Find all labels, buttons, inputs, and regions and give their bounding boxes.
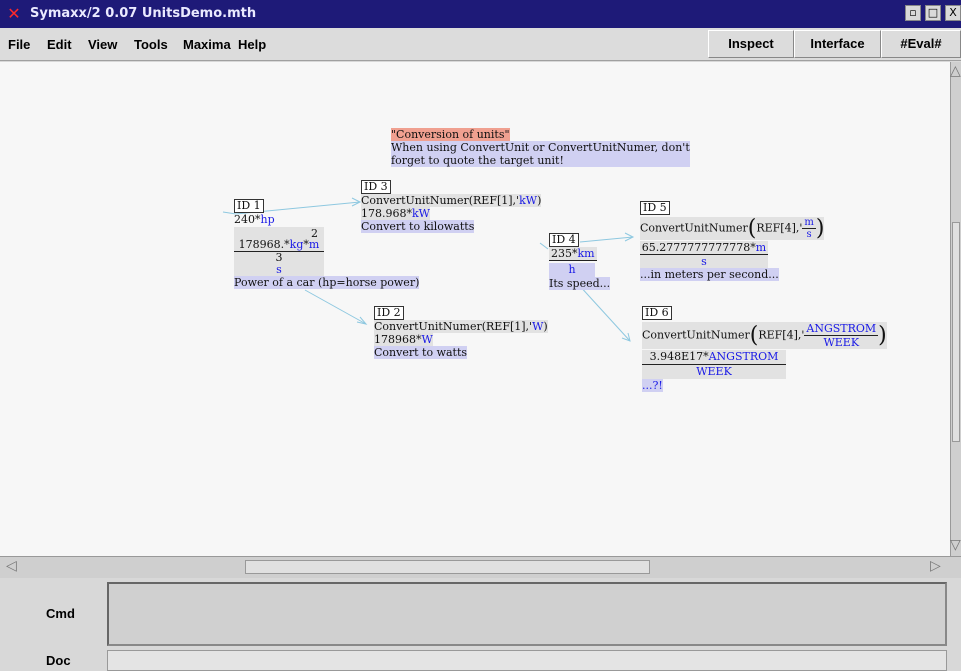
vertical-scroll-thumb[interactable] bbox=[952, 222, 960, 442]
id3-expr: ConvertUnitNumer(REF[1],' bbox=[361, 194, 520, 207]
id5-frac-num: m bbox=[802, 217, 816, 229]
id2-expr-close: ) bbox=[543, 320, 548, 333]
command-panel: Cmd Doc bbox=[0, 578, 961, 671]
minimize-button[interactable]: ▫ bbox=[905, 5, 921, 21]
scroll-right-icon[interactable]: ▷ bbox=[930, 559, 941, 573]
id4-den-unit: h bbox=[549, 263, 595, 277]
scroll-up-icon[interactable]: △ bbox=[950, 64, 961, 78]
id5-res-number: 65.2777777777778* bbox=[641, 241, 756, 254]
id6-res-unit: ANGSTROM bbox=[708, 350, 779, 363]
menu-edit[interactable]: Edit bbox=[47, 37, 72, 52]
id3-comment: Convert to kilowatts bbox=[361, 220, 475, 233]
id2-res-number: 178968* bbox=[374, 333, 422, 346]
connector-id4-id6 bbox=[577, 283, 631, 342]
id1-comment: Power of a car (hp=horse power) bbox=[234, 276, 420, 289]
id6-frac-num: ANGSTROM bbox=[804, 322, 879, 336]
cmd-input[interactable] bbox=[107, 582, 947, 646]
id6-comment: ...?! bbox=[642, 379, 663, 392]
node-id3[interactable]: ID 3 ConvertUnitNumer(REF[1],'kW) 178.96… bbox=[361, 180, 542, 233]
title-bar: ✕ Symaxx/2 0.07 UnitsDemo.mth ▫ □ X bbox=[0, 0, 961, 28]
scroll-down-icon[interactable]: ▽ bbox=[950, 538, 961, 552]
id1-res-number: 178968.* bbox=[238, 238, 290, 251]
id5-expr-func: ConvertUnitNumer bbox=[640, 221, 748, 235]
menu-file[interactable]: File bbox=[8, 37, 30, 52]
id1-label: ID 1 bbox=[234, 199, 264, 213]
id5-res-unit: m bbox=[755, 241, 767, 254]
horizontal-scroll-thumb[interactable] bbox=[245, 560, 650, 574]
id1-res-unit-m: m bbox=[308, 238, 320, 251]
node-id2[interactable]: ID 2 ConvertUnitNumer(REF[1],'W) 178968*… bbox=[374, 306, 548, 359]
id6-res-den: WEEK bbox=[696, 365, 732, 378]
window-title: Symaxx/2 0.07 UnitsDemo.mth bbox=[30, 6, 257, 21]
node-id5[interactable]: ID 5 ConvertUnitNumer(REF[4],' m s) 65.277… bbox=[640, 201, 825, 281]
id5-label: ID 5 bbox=[640, 201, 670, 215]
document-canvas[interactable]: "Conversion of units" When using Convert… bbox=[0, 62, 950, 556]
arrow-head-id2 bbox=[356, 316, 368, 325]
menu-maxima[interactable]: Maxima bbox=[183, 37, 231, 52]
id6-paren-close-icon: ) bbox=[878, 322, 887, 348]
id6-res-number: 3.948E17* bbox=[649, 350, 709, 363]
id3-res-unit: kW bbox=[412, 207, 430, 220]
close-button[interactable]: X bbox=[945, 5, 961, 21]
id2-expr: ConvertUnitNumer(REF[1],' bbox=[374, 320, 533, 333]
id3-expr-unit: kW bbox=[519, 194, 538, 207]
id5-paren-close-icon: ) bbox=[815, 215, 825, 241]
id2-label: ID 2 bbox=[374, 306, 404, 320]
id4-num: 235* bbox=[551, 247, 578, 260]
id6-label: ID 6 bbox=[642, 306, 672, 320]
id1-result: 2 178968.*kg*m 3 s bbox=[234, 227, 324, 276]
app-x-icon[interactable]: ✕ bbox=[6, 6, 22, 22]
id5-frac-den: s bbox=[806, 229, 812, 240]
id3-label: ID 3 bbox=[361, 180, 391, 194]
inspect-button[interactable]: Inspect bbox=[708, 30, 794, 58]
doc-label: Doc bbox=[46, 653, 71, 668]
id4-num-unit: km bbox=[577, 247, 595, 260]
id6-expr-ref: REF[4],' bbox=[758, 328, 805, 342]
id4-comment: Its speed... bbox=[549, 277, 611, 290]
interface-button[interactable]: Interface bbox=[794, 30, 881, 58]
node-id4[interactable]: ID 4 235*km h Its speed... bbox=[549, 233, 611, 290]
eval-button[interactable]: #Eval# bbox=[881, 30, 961, 58]
menu-tools[interactable]: Tools bbox=[134, 37, 168, 52]
id1-expr-unit: hp bbox=[260, 213, 275, 226]
node-id6[interactable]: ID 6 ConvertUnitNumer(REF[4],' ANGSTROM WE… bbox=[642, 306, 887, 392]
header-line-2: forget to quote the target unit! bbox=[391, 154, 690, 167]
id4-label: ID 4 bbox=[549, 233, 579, 247]
doc-input[interactable] bbox=[107, 650, 947, 671]
connector-id1-id2 bbox=[304, 289, 367, 325]
doc-header[interactable]: "Conversion of units" When using Convert… bbox=[391, 128, 690, 167]
id5-comment: ...in meters per second... bbox=[640, 268, 779, 281]
id1-res-unit-kg: kg bbox=[289, 238, 304, 251]
id5-res-den: s bbox=[701, 255, 707, 268]
header-line-1: When using ConvertUnit or ConvertUnitNum… bbox=[391, 141, 690, 154]
id3-res-number: 178.968* bbox=[361, 207, 412, 220]
maximize-button[interactable]: □ bbox=[925, 5, 941, 21]
id5-expr-ref: REF[4],' bbox=[756, 221, 803, 235]
id1-expr-number: 240* bbox=[234, 213, 261, 226]
header-title: "Conversion of units" bbox=[391, 128, 510, 141]
id6-frac-den: WEEK bbox=[823, 336, 860, 349]
scroll-left-icon[interactable]: ◁ bbox=[6, 559, 17, 573]
menu-view[interactable]: View bbox=[88, 37, 117, 52]
cmd-label: Cmd bbox=[46, 606, 75, 621]
menu-bar: File Edit View Tools Maxima Help Inspect… bbox=[0, 28, 961, 61]
id2-res-unit: W bbox=[421, 333, 433, 346]
id3-expr-close: ) bbox=[537, 194, 542, 207]
id1-den-unit: s bbox=[276, 263, 282, 276]
id2-expr-unit: W bbox=[532, 320, 544, 333]
menu-help[interactable]: Help bbox=[238, 37, 266, 52]
horizontal-scrollbar[interactable]: ◁ ▷ bbox=[0, 556, 961, 578]
id2-comment: Convert to watts bbox=[374, 346, 468, 359]
vertical-scrollbar[interactable]: △ ▽ bbox=[950, 62, 961, 556]
connector-id4-in bbox=[539, 242, 549, 250]
id6-expr-func: ConvertUnitNumer bbox=[642, 328, 750, 342]
